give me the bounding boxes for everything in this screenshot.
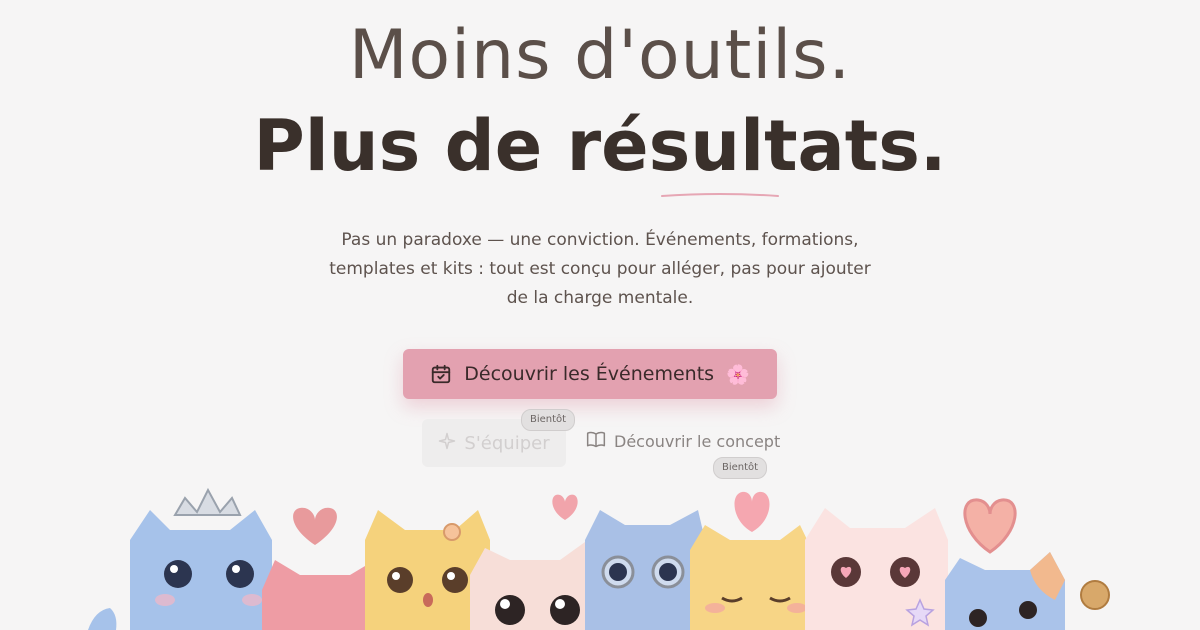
discover-concept-link[interactable]: Découvrir le concept (586, 430, 780, 452)
cream-cat (470, 542, 600, 630)
subtitle-line-1: Pas un paradoxe — une conviction. Événem… (341, 230, 859, 250)
heart-icon (963, 498, 1017, 554)
blue-orange-cat (945, 552, 1065, 630)
calendar-check-icon (430, 363, 452, 385)
flower-emoji: 🌸 (726, 363, 750, 386)
hero-subtitle: Pas un paradoxe — une conviction. Événem… (320, 226, 880, 313)
headline-underline (661, 193, 779, 197)
coming-soon-badge: Bientôt (521, 409, 576, 431)
heart-icon (734, 491, 770, 532)
subtitle-line-2: templates et kits : tout est conçu pour … (329, 259, 871, 279)
discover-events-label: Découvrir les Événements (464, 363, 715, 385)
sparkle-icon (438, 432, 456, 455)
hero-section: Moins d'outils. Plus de résultats. Pas u… (0, 0, 1200, 630)
blue-cat-crown (130, 487, 272, 630)
cat-mascots-illustration (88, 487, 1110, 630)
discover-events-button[interactable]: Découvrir les Événements 🌸 (403, 349, 777, 399)
discover-concept-label: Découvrir le concept (614, 431, 781, 451)
subtitle-line-3: de la charge mentale. (506, 288, 694, 308)
headline-line-1: Moins d'outils. (348, 16, 852, 95)
equip-label: S'équiper (464, 432, 550, 454)
headline-line-2: Plus de résultats. (253, 105, 947, 187)
pink-cat-heart-eyes (805, 508, 948, 630)
heart-icon (552, 494, 578, 520)
yellow-cat-sleepy (690, 525, 812, 630)
book-open-icon (586, 430, 606, 452)
blue-cat-glasses (585, 510, 705, 630)
heart-icon (293, 507, 337, 545)
